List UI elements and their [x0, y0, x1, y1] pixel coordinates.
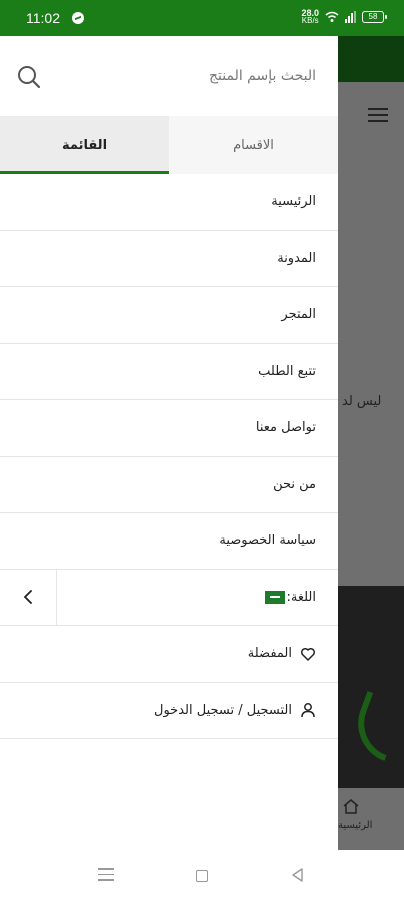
menu-item-track-order[interactable]: تتبع الطلب — [0, 344, 338, 400]
login-label: التسجيل / تسجيل الدخول — [154, 702, 292, 718]
banner-graphic — [346, 690, 404, 762]
navigation-drawer: القائمة الاقسام الرئيسية المدونة المتجر … — [0, 36, 338, 850]
network-speed: 28.0 KB/s — [301, 8, 319, 25]
menu-item-favorites[interactable]: المفضلة — [0, 626, 338, 683]
menu-item-label: المدونة — [277, 250, 316, 266]
status-icons: 28.0 KB/s 58 — [301, 8, 387, 25]
menu-item-label: سياسة الخصوصية — [219, 533, 316, 549]
system-navigation-bar — [0, 850, 404, 900]
menu-item-home[interactable]: الرئيسية — [0, 174, 338, 231]
language-selector[interactable]: اللغة: — [0, 569, 338, 626]
menu-item-shop[interactable]: المتجر — [0, 287, 338, 344]
signal-icon — [345, 11, 356, 23]
home-label: الرئيسية — [338, 820, 373, 831]
menu-item-label: من نحن — [273, 476, 316, 492]
home-button-icon[interactable] — [196, 870, 208, 882]
saudi-flag-icon — [264, 590, 285, 604]
user-icon — [301, 703, 315, 718]
language-row[interactable]: اللغة: — [56, 569, 338, 625]
back-icon[interactable] — [290, 867, 306, 883]
menu-item-about[interactable]: من نحن — [0, 457, 338, 513]
tab-categories[interactable]: الاقسام — [169, 116, 338, 174]
search-bar — [0, 36, 338, 116]
background-text: ليس لد — [342, 394, 382, 409]
favorites-label: المفضلة — [247, 646, 292, 662]
tab-menu[interactable]: القائمة — [0, 116, 169, 174]
battery-icon: 58 — [362, 11, 387, 23]
search-icon[interactable] — [16, 64, 42, 90]
drawer-menu-list: الرئيسية المدونة المتجر تتبع الطلب تواصل… — [0, 174, 338, 739]
drawer-tabs: القائمة الاقسام — [0, 116, 338, 174]
status-time: 11:02 — [26, 10, 60, 26]
home-icon — [343, 799, 359, 814]
menu-item-label: تواصل معنا — [255, 420, 316, 436]
background-header — [338, 36, 404, 82]
menu-item-contact[interactable]: تواصل معنا — [0, 400, 338, 457]
menu-item-login[interactable]: التسجيل / تسجيل الدخول — [0, 683, 338, 739]
recents-icon[interactable] — [98, 868, 114, 881]
background-bottom-nav: الرئيسية — [338, 788, 404, 850]
status-bar: 11:02 28.0 KB/s 58 — [0, 0, 404, 36]
menu-item-label: تتبع الطلب — [258, 363, 316, 379]
menu-item-blog[interactable]: المدونة — [0, 231, 338, 287]
hamburger-menu-icon — [368, 108, 388, 122]
wifi-icon — [325, 11, 339, 22]
menu-item-label: المتجر — [281, 307, 316, 323]
search-input[interactable] — [66, 62, 316, 90]
heart-icon — [300, 647, 316, 661]
language-label: اللغة: — [286, 589, 317, 605]
chevron-left-icon — [23, 590, 32, 605]
messenger-icon — [72, 12, 84, 24]
language-expand-button[interactable] — [0, 570, 56, 626]
menu-item-label: الرئيسية — [271, 194, 316, 210]
menu-item-privacy[interactable]: سياسة الخصوصية — [0, 513, 338, 570]
